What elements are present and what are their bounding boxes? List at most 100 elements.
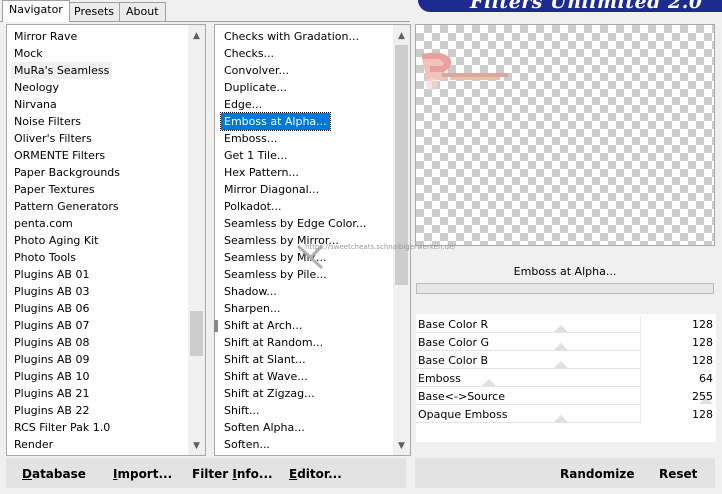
category-item[interactable]: Pattern Generators xyxy=(11,198,122,215)
category-item[interactable]: Plugins AB 08 xyxy=(11,334,92,351)
category-item[interactable]: ORMENTE Filters xyxy=(11,147,108,164)
splitter-grip-icon[interactable] xyxy=(214,320,218,332)
parameter-slider[interactable]: Base Color B 128 xyxy=(416,352,716,370)
slider-thumb-icon[interactable] xyxy=(554,415,568,422)
category-scroll-thumb[interactable] xyxy=(190,311,203,356)
filter-info-label: nfo... xyxy=(236,467,273,481)
parameter-slider[interactable]: Opaque Emboss 128 xyxy=(416,406,716,424)
randomize-button[interactable]: Randomize xyxy=(560,458,634,488)
scroll-down-icon[interactable]: ▼ xyxy=(393,438,410,455)
category-item[interactable]: Plugins AB 10 xyxy=(11,368,92,385)
category-item[interactable]: Plugins AB 22 xyxy=(11,402,92,419)
filter-item[interactable]: Shift at Slant... xyxy=(221,351,309,368)
category-item[interactable]: Plugins AB 01 xyxy=(11,266,92,283)
progress-bar xyxy=(416,283,714,294)
editor-label: ditor... xyxy=(297,467,342,481)
category-item[interactable]: Plugins AB 03 xyxy=(11,283,92,300)
category-item[interactable]: Plugins AB 06 xyxy=(11,300,92,317)
scroll-down-icon[interactable]: ▼ xyxy=(188,438,205,455)
category-item[interactable]: Mirror Rave xyxy=(11,28,80,45)
category-item[interactable]: Plugins AB 09 xyxy=(11,351,92,368)
filter-item[interactable]: Soften Alpha... xyxy=(221,419,308,436)
tab-about[interactable]: About xyxy=(119,2,166,21)
slider-thumb-icon[interactable] xyxy=(554,361,568,368)
tab-navigator[interactable]: Navigator xyxy=(2,0,70,22)
preview-canvas[interactable] xyxy=(415,24,715,246)
category-item[interactable]: Neology xyxy=(11,79,62,96)
slider-track[interactable] xyxy=(416,350,640,351)
category-item[interactable]: Plugins AB 07 xyxy=(11,317,92,334)
filter-item[interactable]: Shift at Wave... xyxy=(221,368,311,385)
parameter-label: Opaque Emboss xyxy=(418,408,508,421)
filter-scrollbar[interactable]: ▲ ▼ xyxy=(393,25,410,455)
slider-track[interactable] xyxy=(416,332,640,333)
slider-separator xyxy=(640,334,641,352)
category-list[interactable]: Mirror Rave Mock MuRa's Seamless Neology Nir… xyxy=(6,24,206,456)
category-item[interactable]: Photo Tools xyxy=(11,249,79,266)
database-button[interactable]: Database xyxy=(22,458,86,488)
import-button[interactable]: Import... xyxy=(113,458,172,488)
category-item[interactable]: Paper Textures xyxy=(11,181,98,198)
filter-item[interactable]: Get 1 Tile... xyxy=(221,147,290,164)
filter-item[interactable]: Shift at Zigzag... xyxy=(221,385,318,402)
filter-item[interactable]: Shift at Arch... xyxy=(221,317,305,334)
filter-item[interactable]: Emboss at Alpha... xyxy=(220,112,331,131)
parameter-value: 128 xyxy=(692,354,713,367)
category-item[interactable]: MuRa's Seamless xyxy=(11,62,113,79)
filter-item[interactable]: Checks with Gradation... xyxy=(221,28,362,45)
editor-button[interactable]: Editor... xyxy=(289,458,342,488)
slider-thumb-icon[interactable] xyxy=(554,343,568,350)
filter-item[interactable]: Shift... xyxy=(221,402,263,419)
filter-item[interactable]: Checks... xyxy=(221,45,277,62)
parameter-slider[interactable]: Emboss 64 xyxy=(416,370,716,388)
category-item[interactable]: Noise Filters xyxy=(11,113,84,130)
parameter-slider[interactable]: Base Color R 128 xyxy=(416,316,716,334)
filter-item[interactable]: Convolver... xyxy=(221,62,292,79)
category-item[interactable]: Plugins AB 21 xyxy=(11,385,92,402)
filter-item[interactable]: Soften... xyxy=(221,436,273,453)
category-item[interactable]: RCS Filter Pak 1.0 xyxy=(11,419,113,436)
category-item[interactable]: Paper Backgrounds xyxy=(11,164,123,181)
parameter-value: 128 xyxy=(692,408,713,421)
filter-item[interactable]: Sharpen... xyxy=(221,300,283,317)
parameter-label: Emboss xyxy=(418,372,461,385)
category-item[interactable]: penta.com xyxy=(11,215,76,232)
slider-track[interactable] xyxy=(416,404,640,405)
slider-track[interactable] xyxy=(416,422,640,423)
selected-filter-title: Emboss at Alpha... xyxy=(513,265,617,278)
app-banner: Filters Unlimited 2.0 xyxy=(418,0,722,12)
right-button-bar: Randomize Reset xyxy=(415,458,715,488)
filter-item[interactable]: Seamless by Edge Color... xyxy=(221,215,369,232)
filter-item[interactable]: Edge... xyxy=(221,96,265,113)
slider-thumb-icon[interactable] xyxy=(481,379,496,386)
filter-info-button[interactable]: Filter Info... xyxy=(192,458,273,488)
category-scrollbar[interactable]: ▲ ▼ xyxy=(188,25,205,455)
reset-button[interactable]: Reset xyxy=(659,458,697,488)
category-item[interactable]: Render xyxy=(11,436,56,453)
filter-item[interactable]: Mirror Diagonal... xyxy=(221,181,322,198)
filter-item[interactable]: Hex Pattern... xyxy=(221,164,302,181)
category-item[interactable]: Nirvana xyxy=(11,96,60,113)
database-label: atabase xyxy=(31,467,86,481)
parameter-label: Base Color G xyxy=(418,336,490,349)
slider-separator xyxy=(640,316,641,334)
editor-mnemonic: E xyxy=(289,467,298,481)
scroll-up-icon[interactable]: ▲ xyxy=(393,28,410,45)
filter-item[interactable]: Polkadot... xyxy=(221,198,284,215)
parameter-slider[interactable]: Base Color G 128 xyxy=(416,334,716,352)
slider-track[interactable] xyxy=(416,368,640,369)
parameter-slider[interactable]: Base<->Source 255 xyxy=(416,388,716,406)
filter-item[interactable]: Duplicate... xyxy=(221,79,290,96)
slider-thumb-icon[interactable] xyxy=(554,325,568,332)
category-item[interactable]: Oliver's Filters xyxy=(11,130,95,147)
filter-item[interactable]: Shift at Random... xyxy=(221,334,326,351)
category-item[interactable]: Mock xyxy=(11,45,46,62)
filter-item[interactable]: Emboss... xyxy=(221,130,280,147)
parameter-sliders: Base Color R 128 Base Color G 128 Base Color… xyxy=(416,314,716,442)
parameter-value: 64 xyxy=(699,372,713,385)
category-item[interactable]: Photo Aging Kit xyxy=(11,232,101,249)
tab-presets[interactable]: Presets xyxy=(67,2,122,21)
slider-track[interactable] xyxy=(416,386,640,387)
scroll-up-icon[interactable]: ▲ xyxy=(188,28,205,45)
filter-item[interactable]: Shadow... xyxy=(221,283,280,300)
